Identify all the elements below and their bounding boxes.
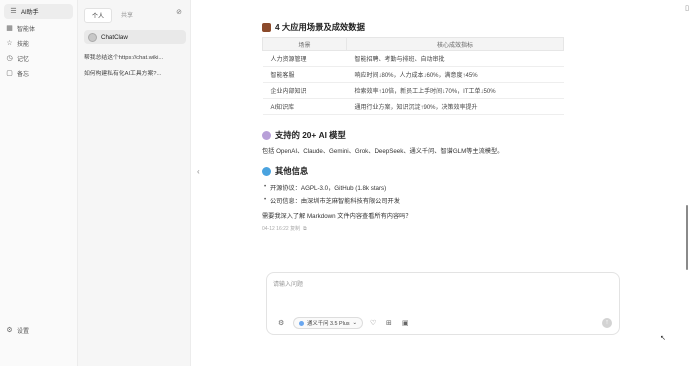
nav-item-label: 记忆 (17, 57, 30, 63)
star-icon: ☆ (6, 40, 13, 47)
agent-selector[interactable]: ChatClaw (84, 30, 186, 44)
table-cell: AI知识库 (262, 98, 347, 115)
followup-text: 需要我深入了解 Markdown 文件内容查看所有内容吗？ (262, 213, 412, 220)
table-header: 场景 (262, 37, 347, 51)
scenario-table: 场景 核心成效指标 人力资源管理 智能招聘、考勤与排班、自动审批 智能客服 响应… (262, 37, 564, 115)
image-icon[interactable]: ▣ (402, 319, 409, 327)
scrollbar-track[interactable] (686, 15, 688, 338)
nav-item-label: 设置 (17, 329, 30, 335)
message-meta: 04-12 16:22 复制 ⧉ (262, 225, 307, 233)
table-cell: 企业内部知识 (262, 82, 347, 99)
scrollbar-thumb[interactable] (686, 205, 688, 270)
briefcase-icon (262, 22, 271, 32)
session-panel: 个人 共享 ⊘ ChatClaw 帮我总结这个https://chat.wiki… (78, 0, 191, 366)
nav-item-label: AI助手 (21, 10, 39, 16)
models-text: 包括 OpenAI、Claude、Gemini、Grok、DeepSeek、通义… (262, 148, 504, 155)
globe-icon (262, 166, 271, 176)
lightbulb-icon[interactable]: ♡ (370, 319, 376, 327)
section-heading: 支持的 20+ AI 模型 (262, 129, 346, 141)
table-row: 人力资源管理 智能招聘、考勤与排班、自动审批 (262, 50, 564, 67)
send-button[interactable]: ↑ (602, 318, 612, 328)
copy-icon[interactable]: ⧉ (303, 226, 307, 232)
mouse-cursor-icon: ↖ (660, 335, 666, 342)
model-logo-icon (299, 320, 304, 326)
nav-item-agents[interactable]: ▦ 智能体 (0, 21, 77, 36)
composer: ⚙ 通义千问 3.5 Plus ⌄ ♡ ⊞ ▣ ↑ (266, 272, 620, 335)
model-icon (262, 130, 271, 140)
settings-icon[interactable]: ⚙ (278, 319, 284, 327)
message-input[interactable] (273, 279, 573, 303)
list-item: 公司信息：由深圳市芝麻智能科技有限公司开发 (264, 196, 400, 205)
attach-icon[interactable]: ⊞ (386, 319, 392, 327)
session-item[interactable]: 如何构建私有化AI工具方案?... (84, 68, 187, 77)
table-row: AI知识库 通用行业方案，知识沉淀↑90%，决策效率提升 (262, 98, 564, 115)
grid-icon: ▦ (6, 25, 13, 32)
table-header: 核心成效指标 (346, 37, 564, 51)
table-cell: 智能客服 (262, 66, 347, 83)
nav-item-label: 智能体 (17, 27, 36, 33)
clock-icon: ◷ (6, 55, 13, 62)
window-icon[interactable]: ▯ (685, 4, 689, 12)
chat-bubble-icon: ☰ (10, 8, 17, 15)
note-icon: ▢ (6, 70, 13, 77)
nav-item-ai-assistant[interactable]: ☰ AI助手 (4, 4, 73, 19)
new-chat-icon[interactable]: ⊘ (176, 8, 182, 16)
model-selector[interactable]: 通义千问 3.5 Plus ⌄ (293, 317, 364, 329)
nav-item-skills[interactable]: ☆ 技能 (0, 36, 77, 51)
nav-item-label: 技能 (17, 42, 30, 48)
model-name: 通义千问 3.5 Plus (307, 321, 350, 327)
section-heading: 4 大应用场景及成效数据 (262, 21, 365, 33)
table-row: 智能客服 响应时间↓80%，人力成本↓60%，满意度↑45% (262, 66, 564, 83)
table-cell: 响应时间↓80%，人力成本↓60%，满意度↑45% (346, 66, 564, 83)
session-item[interactable]: 帮我总结这个https://chat.wiki... (84, 52, 187, 61)
list-item: 开源协议：AGPL-3.0，GitHub (1.8k stars) (264, 183, 386, 192)
chevron-down-icon: ⌄ (352, 320, 358, 326)
nav-item-settings[interactable]: ⚙ 设置 (0, 323, 35, 338)
table-header-row: 场景 核心成效指标 (262, 37, 564, 51)
tab-personal[interactable]: 个人 (84, 8, 113, 23)
left-nav: ☰ AI助手 ▦ 智能体 ☆ 技能 ◷ 记忆 ▢ 备忘 ⚙ 设置 (0, 0, 78, 366)
section-heading: 其他信息 (262, 165, 308, 177)
nav-item-notes[interactable]: ▢ 备忘 (0, 66, 77, 81)
agent-name: ChatClaw (101, 33, 128, 41)
table-cell: 智能招聘、考勤与排班、自动审批 (346, 50, 564, 67)
collapse-panel-icon[interactable]: ‹ (197, 167, 200, 176)
table-row: 企业内部知识 检索效率↑10倍，新员工上手时间↓70%，IT工单↓50% (262, 82, 564, 99)
panel-tabs: 个人 共享 (84, 8, 140, 23)
gear-icon: ⚙ (6, 327, 13, 334)
avatar (88, 32, 97, 42)
table-cell: 通用行业方案，知识沉淀↑90%，决策效率提升 (346, 98, 564, 115)
tab-shared[interactable]: 共享 (114, 8, 140, 23)
nav-item-memory[interactable]: ◷ 记忆 (0, 51, 77, 66)
table-cell: 检索效率↑10倍，新员工上手时间↓70%，IT工单↓50% (346, 82, 564, 99)
nav-item-label: 备忘 (17, 72, 30, 78)
table-cell: 人力资源管理 (262, 50, 347, 67)
